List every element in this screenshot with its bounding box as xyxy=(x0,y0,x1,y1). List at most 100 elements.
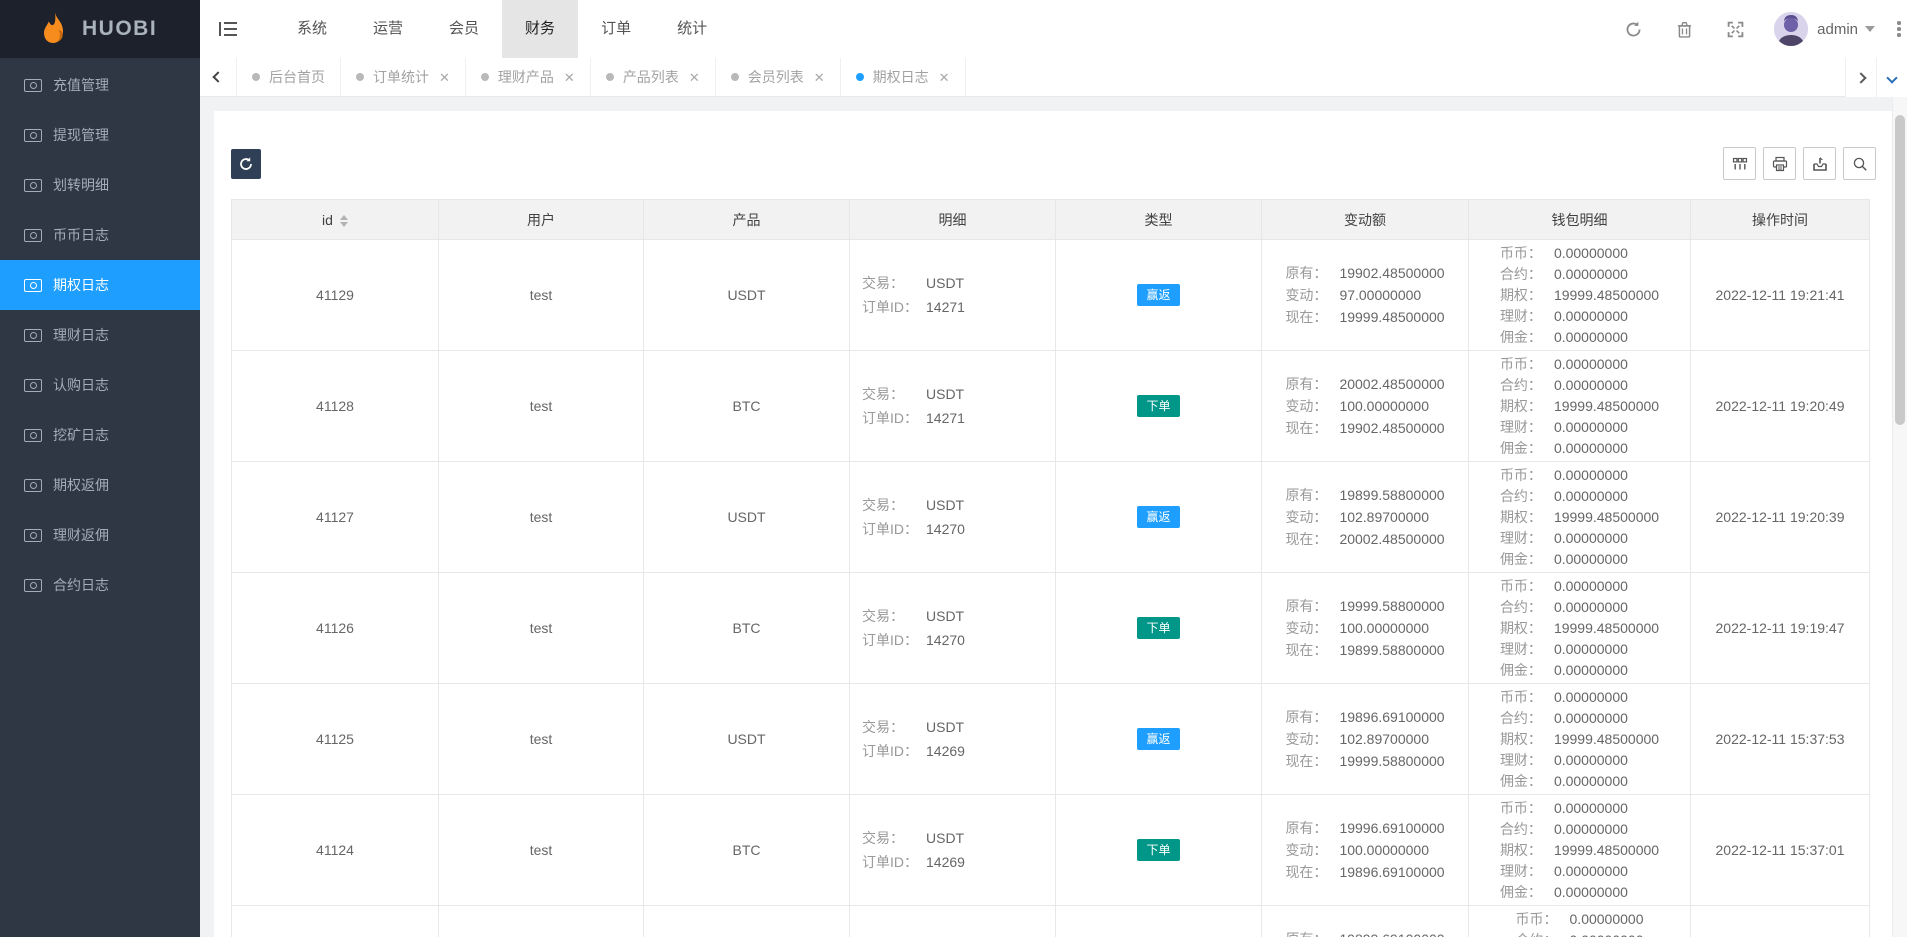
trash-icon[interactable] xyxy=(1676,21,1693,38)
tab-right-controls xyxy=(1845,58,1907,97)
sidebar-item-mining-log[interactable]: 挖矿日志 xyxy=(0,410,200,460)
sidebar-item-finance-rebate[interactable]: 理财返佣 xyxy=(0,510,200,560)
cell-user: test xyxy=(439,795,644,906)
sidebar-item-label: 挖矿日志 xyxy=(53,425,109,445)
nav-item-finance[interactable]: 财务 xyxy=(502,0,578,58)
more-icon[interactable] xyxy=(1897,19,1901,40)
cell-user: test xyxy=(439,351,644,462)
sidebar-item-label: 理财返佣 xyxy=(53,525,109,545)
column-header-amount: 变动额 xyxy=(1262,200,1469,240)
cell-time xyxy=(1691,906,1870,937)
cell-time: 2022-12-11 19:20:49 xyxy=(1691,351,1870,462)
table-header-row: id 用户 产品 明细 类型 变动额 钱包明细 操作时间 xyxy=(232,200,1870,240)
printer-icon xyxy=(1772,156,1788,172)
cell-time: 2022-12-11 15:37:01 xyxy=(1691,795,1870,906)
search-button[interactable] xyxy=(1843,147,1876,180)
column-header-product: 产品 xyxy=(644,200,850,240)
tab-home[interactable]: 后台首页 xyxy=(237,58,341,96)
tab-label: 产品列表 xyxy=(623,67,679,87)
sort-icon[interactable] xyxy=(340,215,348,227)
cell-amount: 原有：19999.58800000 变动：100.00000000 现在：198… xyxy=(1262,573,1469,684)
nav-item-order[interactable]: 订单 xyxy=(578,0,654,58)
user-dropdown-caret-icon[interactable] xyxy=(1865,26,1875,32)
sidebar-item-contract-log[interactable]: 合约日志 xyxy=(0,560,200,610)
export-icon xyxy=(1812,156,1828,172)
cell-product: BTC xyxy=(644,351,850,462)
sidebar-item-label: 充值管理 xyxy=(53,75,109,95)
money-icon xyxy=(24,229,42,242)
scrollbar-thumb[interactable] xyxy=(1895,115,1905,425)
tab-scroll-left-button[interactable] xyxy=(200,58,237,96)
tab-bar: 后台首页 订单统计 ✕ 理财产品 ✕ 产品列表 ✕ 会员列表 ✕ 期权日志 ✕ xyxy=(200,58,1907,97)
tab-label: 会员列表 xyxy=(748,67,804,87)
vertical-scrollbar[interactable] xyxy=(1892,97,1907,937)
tab-dot-icon xyxy=(856,73,864,81)
nav-item-stats[interactable]: 统计 xyxy=(654,0,730,58)
cell-product: USDT xyxy=(644,462,850,573)
tab-close-icon[interactable]: ✕ xyxy=(439,71,450,84)
print-button[interactable] xyxy=(1763,147,1796,180)
columns-icon xyxy=(1732,156,1748,172)
sidebar-item-option-log[interactable]: 期权日志 xyxy=(0,260,200,310)
cell-detail: 交易：USDT 订单ID：14270 xyxy=(850,573,1056,684)
table-refresh-button[interactable] xyxy=(231,149,261,179)
sidebar-item-recharge[interactable]: 充值管理 xyxy=(0,60,200,110)
tab-option-log[interactable]: 期权日志 ✕ xyxy=(841,58,966,96)
huobi-flame-icon xyxy=(38,11,70,47)
sidebar-item-subscribe-log[interactable]: 认购日志 xyxy=(0,360,200,410)
cell-amount: 原有：20002.48500000 变动：100.00000000 现在：199… xyxy=(1262,351,1469,462)
sidebar-item-finance-log[interactable]: 理财日志 xyxy=(0,310,200,360)
cell-user xyxy=(439,906,644,937)
cell-wallet: 币币：0.00000000 合约：0.00000000 期权：19999.485… xyxy=(1469,240,1691,351)
sidebar-item-withdraw[interactable]: 提现管理 xyxy=(0,110,200,160)
collapse-sidebar-button[interactable] xyxy=(200,0,256,58)
tab-close-icon[interactable]: ✕ xyxy=(939,71,950,84)
cell-type: 赢返 xyxy=(1056,240,1262,351)
cell-wallet: 币币：0.00000000 合约：0.00000000 期权：19999.485… xyxy=(1469,795,1691,906)
money-icon xyxy=(24,179,42,192)
sidebar-item-label: 期权日志 xyxy=(53,275,109,295)
nav-item-system[interactable]: 系统 xyxy=(274,0,350,58)
cell-detail: 交易：USDT 订单ID：14271 xyxy=(850,240,1056,351)
tab-product-list[interactable]: 产品列表 ✕ xyxy=(591,58,716,96)
type-badge: 赢返 xyxy=(1137,506,1179,528)
cell-detail: 交易：USDT 订单ID：14269 xyxy=(850,795,1056,906)
cell-id: 41125 xyxy=(232,684,439,795)
tab-dot-icon xyxy=(356,73,364,81)
tab-order-stats[interactable]: 订单统计 ✕ xyxy=(341,58,466,96)
cell-time: 2022-12-11 19:20:39 xyxy=(1691,462,1870,573)
username-label[interactable]: admin xyxy=(1817,21,1858,38)
brand-logo: HUOBI xyxy=(0,0,200,58)
tab-label: 期权日志 xyxy=(873,67,929,87)
export-button[interactable] xyxy=(1803,147,1836,180)
content-area: id 用户 产品 明细 类型 变动额 钱包明细 操作时间 41129 test … xyxy=(200,97,1907,937)
tab-dot-icon xyxy=(481,73,489,81)
tab-close-icon[interactable]: ✕ xyxy=(689,71,700,84)
cell-time: 2022-12-11 19:19:47 xyxy=(1691,573,1870,684)
tab-scroll-right-button[interactable] xyxy=(1845,58,1876,97)
refresh-icon[interactable] xyxy=(1625,21,1642,38)
sidebar-item-coin-log[interactable]: 币币日志 xyxy=(0,210,200,260)
tab-finance-products[interactable]: 理财产品 ✕ xyxy=(466,58,591,96)
cell-type: 下单 xyxy=(1056,795,1262,906)
tab-close-icon[interactable]: ✕ xyxy=(564,71,575,84)
sidebar-item-transfer[interactable]: 划转明细 xyxy=(0,160,200,210)
nav-item-member[interactable]: 会员 xyxy=(426,0,502,58)
sidebar: 充值管理 提现管理 划转明细 币币日志 期权日志 理财日志 认购日志 挖矿日志 … xyxy=(0,58,200,937)
column-header-id[interactable]: id xyxy=(232,200,439,240)
avatar[interactable] xyxy=(1774,12,1808,46)
cell-type: 下单 xyxy=(1056,351,1262,462)
sidebar-item-option-rebate[interactable]: 期权返佣 xyxy=(0,460,200,510)
table-row-partial: 交易： 订单ID： 原有：19899.69100000 变动： 现在： 币币：0… xyxy=(232,906,1870,937)
header-actions: admin xyxy=(1625,0,1907,58)
column-header-type: 类型 xyxy=(1056,200,1262,240)
type-badge: 赢返 xyxy=(1137,284,1179,306)
tab-member-list[interactable]: 会员列表 ✕ xyxy=(716,58,841,96)
columns-toggle-button[interactable] xyxy=(1723,147,1756,180)
fullscreen-icon[interactable] xyxy=(1727,21,1744,38)
tab-close-icon[interactable]: ✕ xyxy=(814,71,825,84)
tab-menu-button[interactable] xyxy=(1876,58,1907,97)
nav-item-operation[interactable]: 运营 xyxy=(350,0,426,58)
money-icon xyxy=(24,579,42,592)
brand-name: HUOBI xyxy=(82,17,157,41)
